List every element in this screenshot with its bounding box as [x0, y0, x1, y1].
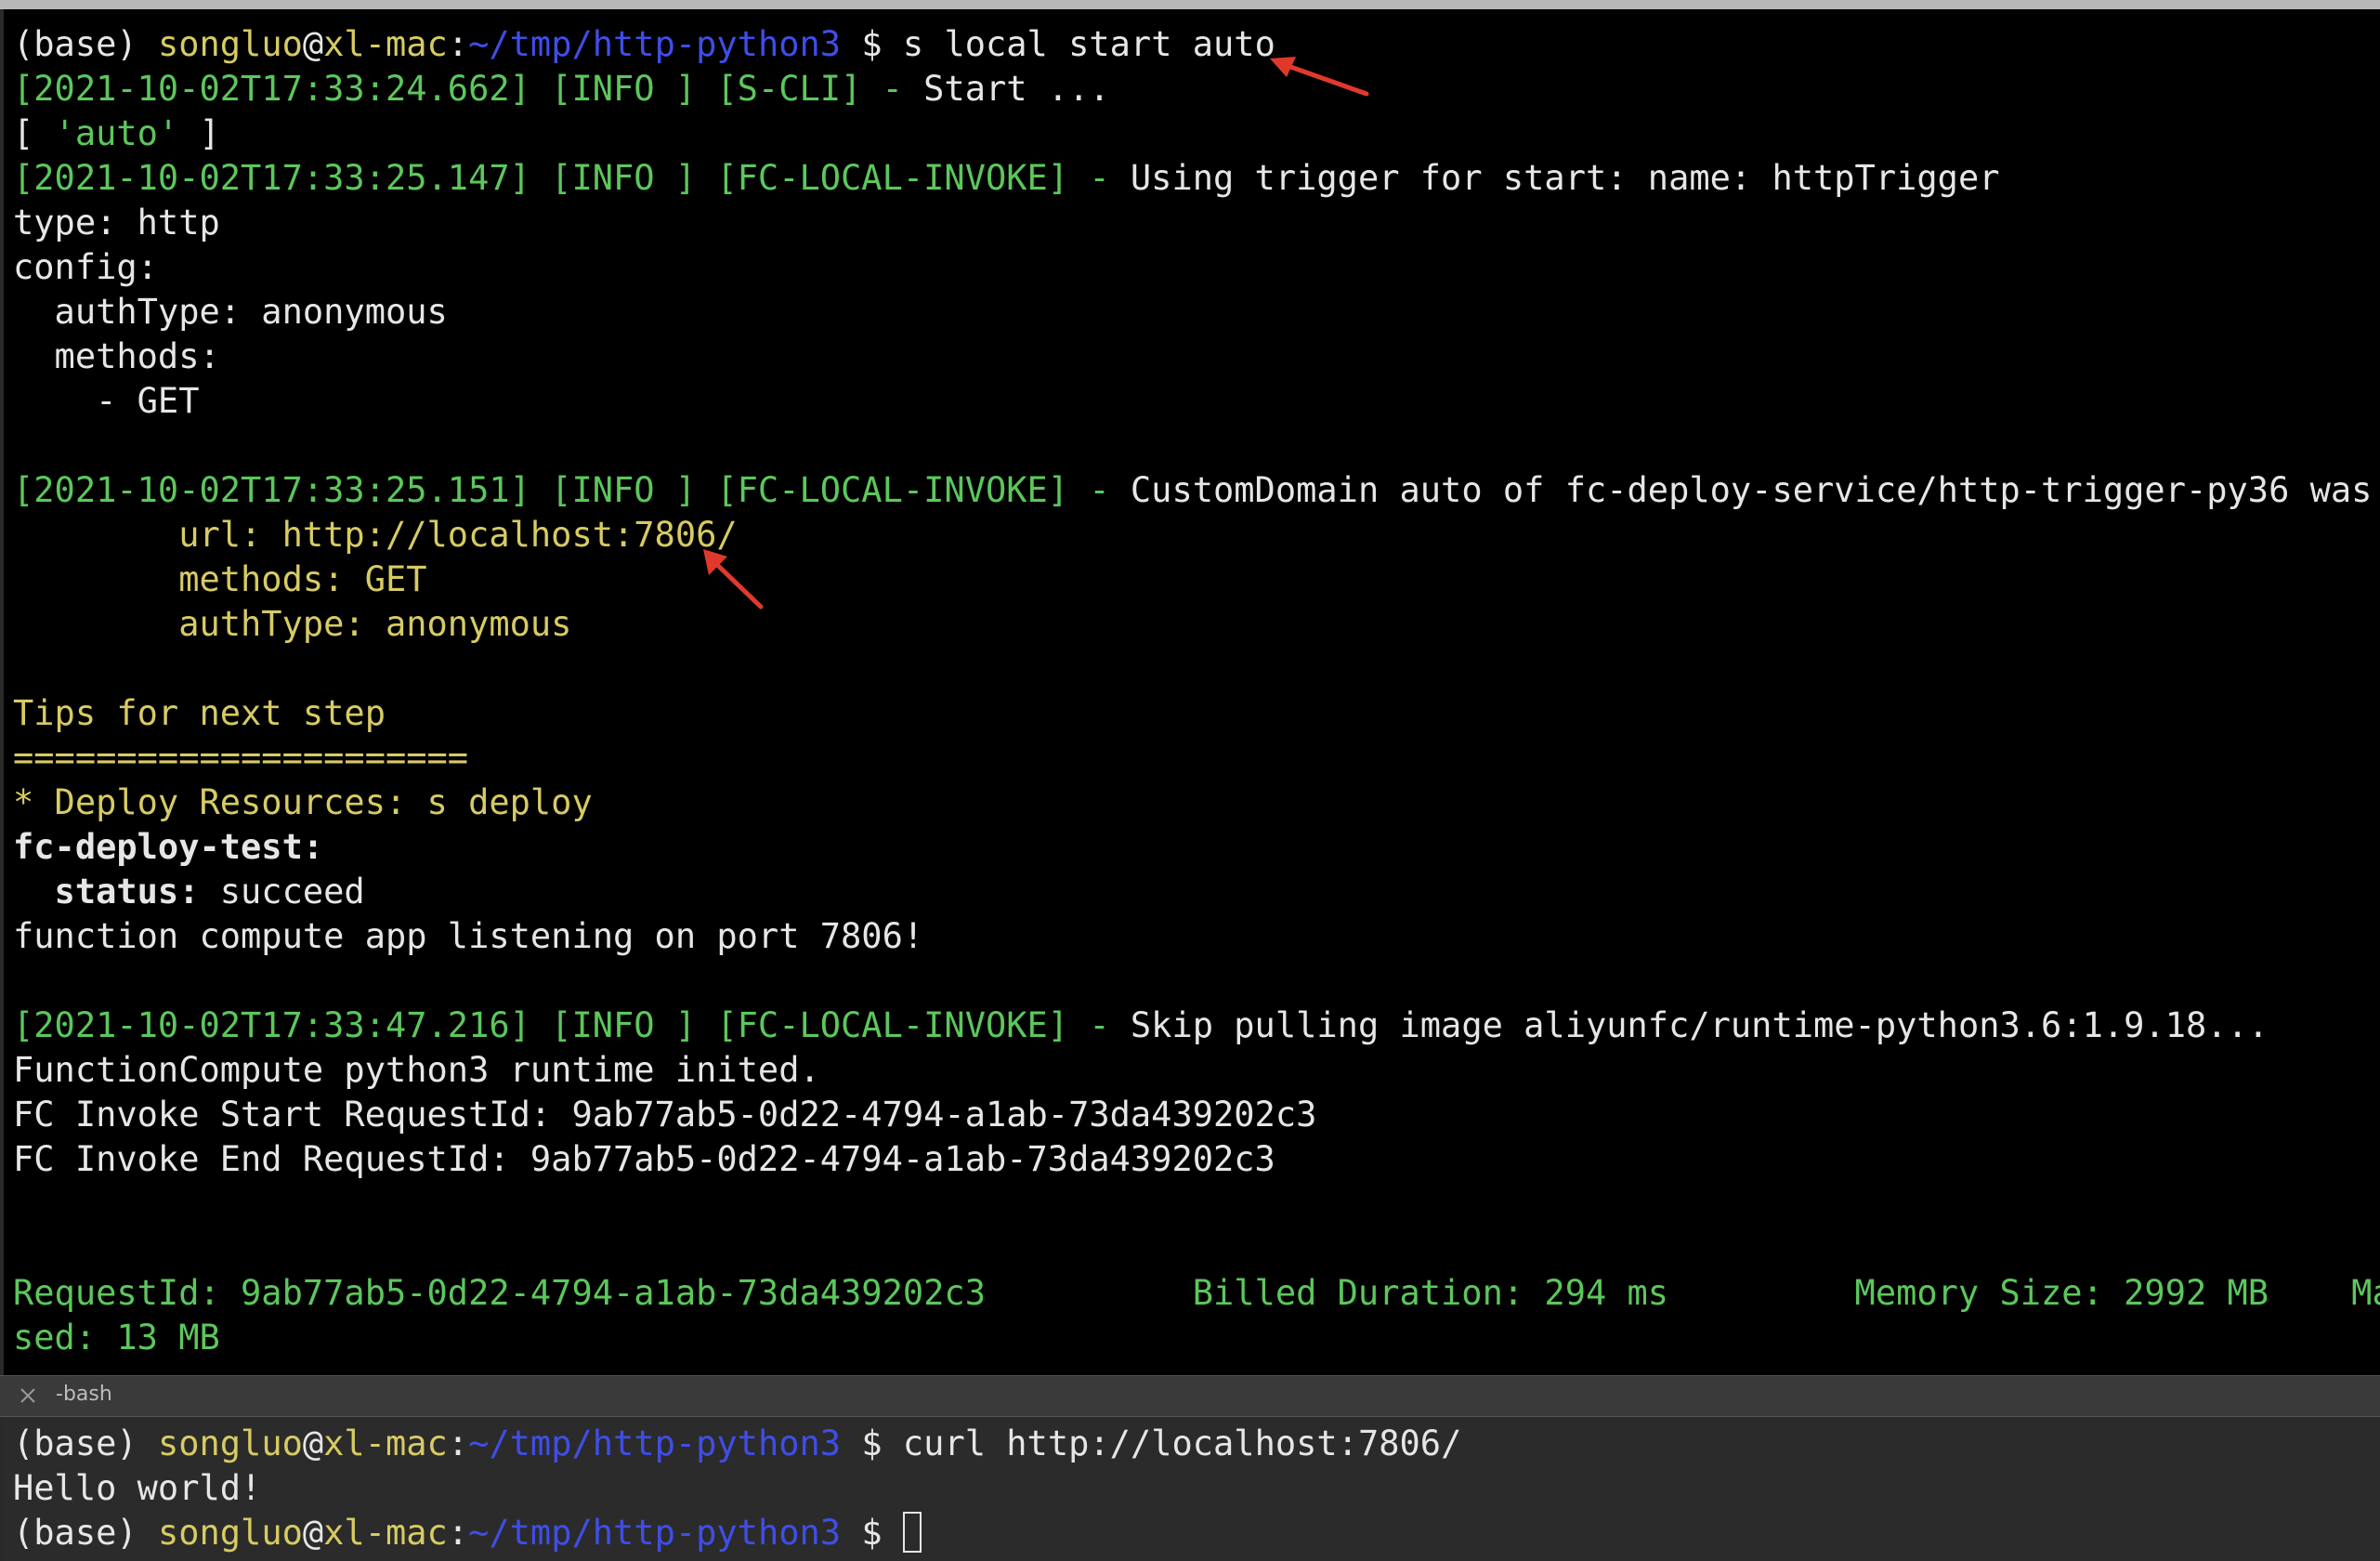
args-line: [ 'auto' ]	[13, 112, 220, 156]
config-methods-label: methods:	[13, 336, 220, 376]
prompt-at: @	[302, 1513, 324, 1553]
prompt-env: (base)	[13, 24, 158, 64]
log-message: Start ...	[923, 69, 1110, 109]
status-line: status: succeed	[13, 870, 365, 914]
log-line-start: [2021-10-02T17:33:24.662] [INFO ] [S-CLI…	[13, 67, 1110, 112]
annotation-arrow-icon	[1270, 57, 1369, 97]
trigger-type: type: http	[13, 203, 220, 243]
args-close: ]	[178, 113, 220, 153]
prompt-user: songluo	[157, 1423, 303, 1463]
log-line-trigger: [2021-10-02T17:33:25.147] [INFO ] [FC-LO…	[13, 156, 2000, 201]
prompt-colon: :	[447, 24, 469, 64]
prompt-user: songluo	[157, 24, 303, 64]
domain-url: url: http://localhost:7806/	[13, 515, 738, 555]
terminal-pane-bottom[interactable]: (base) songluo@xl-mac:~/tmp/http-python3…	[4, 1417, 2380, 1561]
args-value: 'auto'	[54, 113, 179, 153]
config-methods-item: - GET	[13, 381, 200, 421]
log-prefix: [2021-10-02T17:33:25.147] [INFO ] [FC-LO…	[13, 158, 1131, 198]
prompt-host: xl-mac	[323, 1513, 448, 1553]
prompt-user: songluo	[157, 1513, 303, 1553]
prompt-path: ~/tmp/http-python3	[468, 1423, 842, 1463]
close-icon[interactable]	[17, 1384, 39, 1407]
status-label: status:	[13, 872, 200, 912]
tips-title: Tips for next step	[13, 693, 386, 733]
prompt-at: @	[302, 1423, 324, 1463]
prompt-colon: :	[447, 1513, 469, 1553]
args-open: [	[13, 113, 55, 153]
prompt-line-start: (base) songluo@xl-mac:~/tmp/http-python3…	[13, 22, 1275, 67]
curl-output: Hello world!	[13, 1468, 262, 1508]
tips-item: * Deploy Resources: s deploy	[13, 782, 593, 822]
window-top-edge	[0, 0, 2380, 9]
prompt-env: (base)	[13, 1423, 158, 1463]
log-line-custom-domain: [2021-10-02T17:33:25.151] [INFO ] [FC-LO…	[13, 468, 2380, 513]
service-name: fc-deploy-test:	[13, 827, 324, 867]
invoke-start-line: FC Invoke Start RequestId: 9ab77ab5-0d22…	[13, 1095, 1317, 1135]
terminal-pane-top[interactable]: (base) songluo@xl-mac:~/tmp/http-python3…	[4, 9, 2380, 1375]
invoke-summary-line: RequestId: 9ab77ab5-0d22-4794-a1ab-73da4…	[13, 1273, 2380, 1313]
prompt-at: @	[302, 24, 324, 64]
prompt-symbol: $	[841, 1423, 903, 1463]
prompt-env: (base)	[13, 1513, 158, 1553]
prompt-host: xl-mac	[323, 1423, 448, 1463]
runtime-inited: FunctionCompute python3 runtime inited.	[13, 1050, 820, 1090]
prompt-symbol: $	[841, 1513, 903, 1553]
log-message: Skip pulling image aliyunfc/runtime-pyth…	[1130, 1005, 2269, 1045]
pane-tab-bar: -bash	[0, 1375, 2380, 1417]
log-prefix: [2021-10-02T17:33:25.151] [INFO ] [FC-LO…	[13, 470, 1131, 510]
config-label: config:	[13, 247, 158, 287]
domain-auth-type: authType: anonymous	[13, 604, 572, 644]
prompt-path: ~/tmp/http-python3	[468, 1513, 842, 1553]
pane-tab-label[interactable]: -bash	[56, 1383, 112, 1406]
prompt-line-curl: (base) songluo@xl-mac:~/tmp/http-python3…	[13, 1422, 1461, 1466]
command-text: s local start auto	[902, 24, 1275, 64]
text-cursor	[902, 1511, 922, 1553]
prompt-line-active[interactable]: (base) songluo@xl-mac:~/tmp/http-python3…	[13, 1511, 922, 1555]
listening-line: function compute app listening on port 7…	[13, 916, 924, 956]
prompt-symbol: $	[841, 24, 903, 64]
log-prefix: [2021-10-02T17:33:24.662] [INFO ] [S-CLI…	[13, 69, 924, 109]
status-value: succeed	[199, 872, 365, 912]
prompt-path: ~/tmp/http-python3	[468, 24, 842, 64]
invoke-summary-continuation: sed: 13 MB	[13, 1318, 220, 1358]
annotation-arrow-icon	[703, 549, 764, 610]
command-text: curl http://localhost:7806/	[902, 1423, 1462, 1463]
tips-rule: ======================	[13, 738, 469, 778]
prompt-colon: :	[447, 1423, 469, 1463]
log-message: Using trigger for start: name: httpTrigg…	[1130, 158, 2000, 198]
config-auth-type: authType: anonymous	[13, 292, 448, 332]
log-message: CustomDomain auto of fc-deploy-service/h…	[1130, 470, 2380, 510]
prompt-host: xl-mac	[323, 24, 448, 64]
log-line-skip-pull: [2021-10-02T17:33:47.216] [INFO ] [FC-LO…	[13, 1004, 2269, 1048]
domain-methods: methods: GET	[13, 559, 427, 599]
invoke-end-line: FC Invoke End RequestId: 9ab77ab5-0d22-4…	[13, 1139, 1275, 1179]
log-prefix: [2021-10-02T17:33:47.216] [INFO ] [FC-LO…	[13, 1005, 1131, 1045]
